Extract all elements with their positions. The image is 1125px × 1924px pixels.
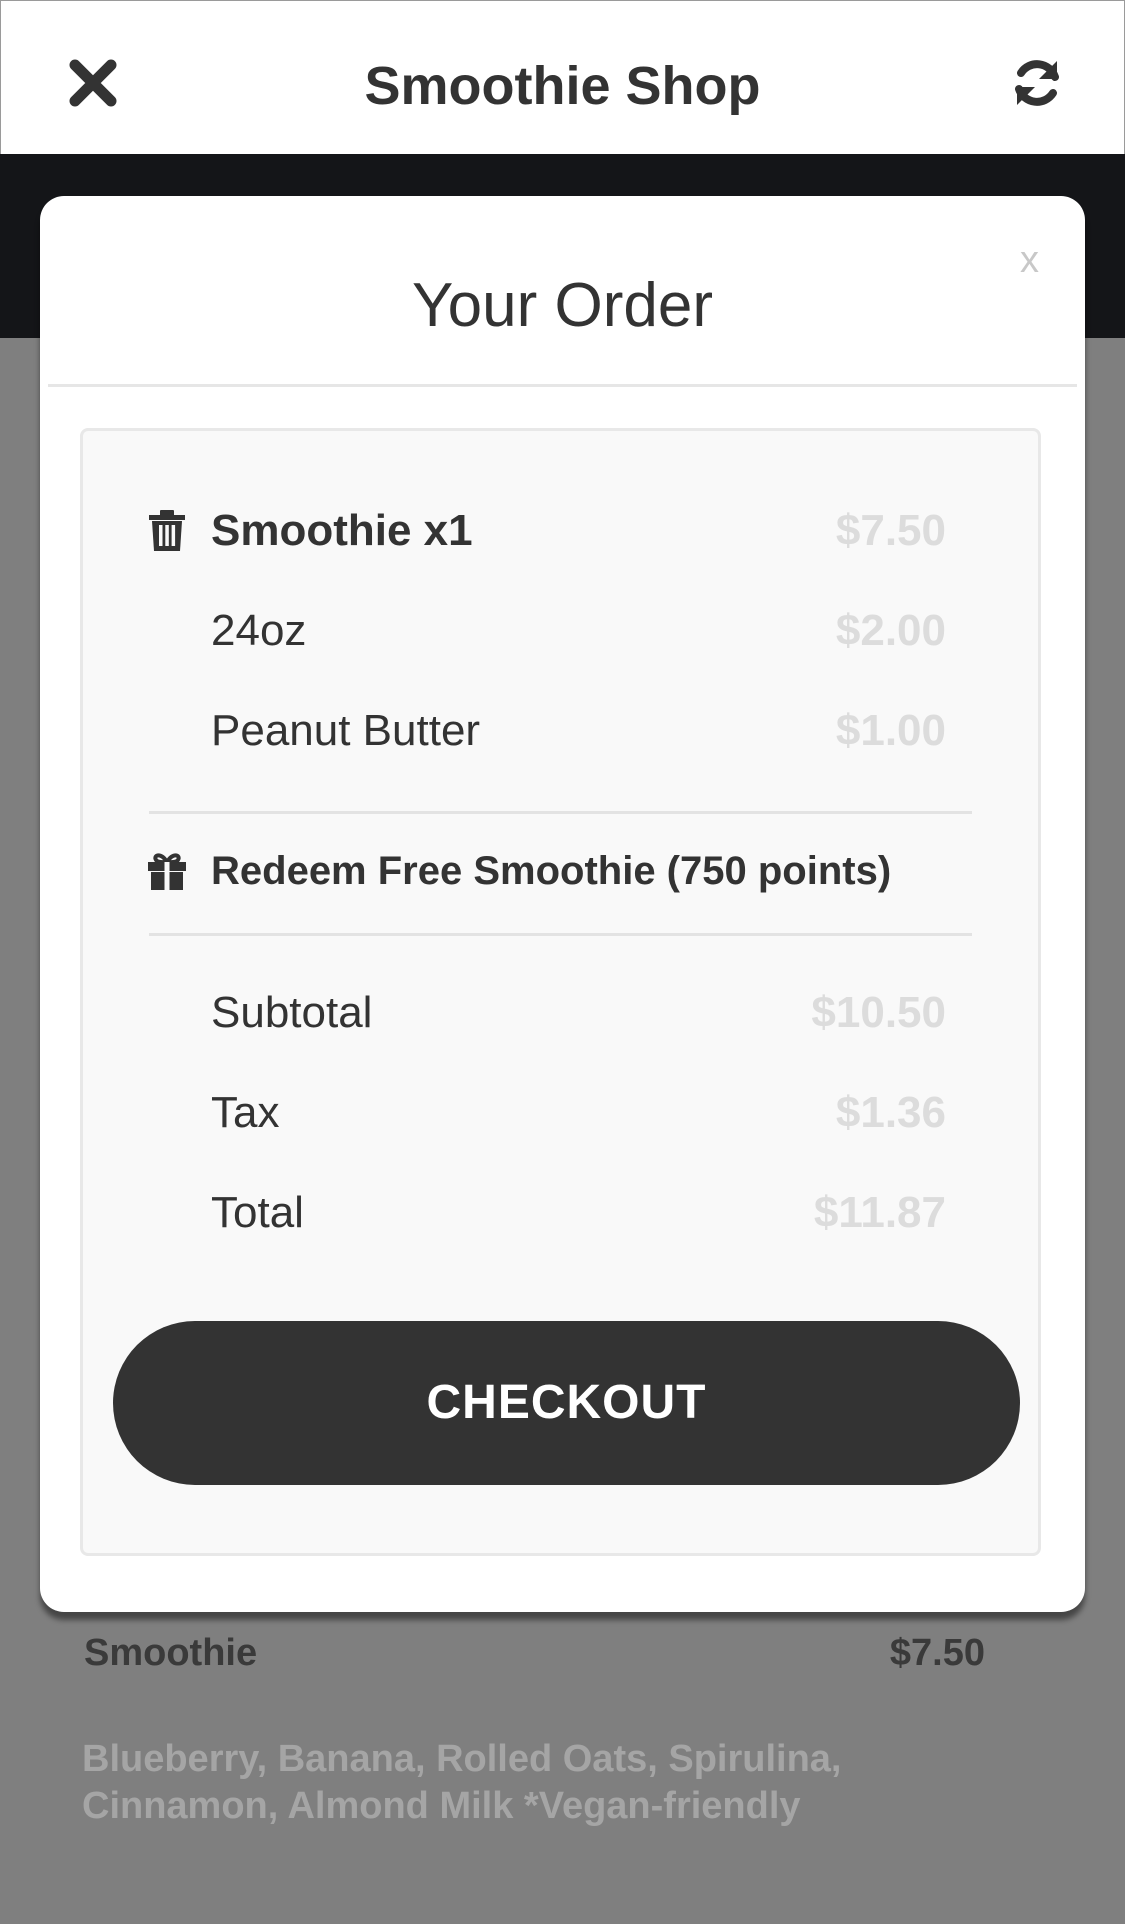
tax-label: Tax <box>211 1088 280 1137</box>
order-modifier: 24oz $2.00 <box>83 601 1038 661</box>
total-row: Total $11.87 <box>83 1183 1038 1243</box>
modifier-label: Peanut Butter <box>211 706 481 755</box>
order-modal: Your Order x Smoothie x1 $7.50 24oz $2.0… <box>40 196 1085 1612</box>
order-modifier: Peanut Butter $1.00 <box>83 701 1038 761</box>
refresh-icon <box>1015 60 1059 106</box>
menu-item-name: Smoothie <box>84 1632 258 1674</box>
modal-divider <box>48 384 1077 387</box>
redeem-label: Redeem Free Smoothie (750 points) <box>211 849 892 893</box>
order-summary-panel: Smoothie x1 $7.50 24oz $2.00 Peanut Butt… <box>80 428 1041 1556</box>
modal-title: Your Order <box>412 271 713 340</box>
tax-row: Tax $1.36 <box>83 1083 1038 1143</box>
item-label: Smoothie x1 <box>211 506 473 555</box>
gift-icon <box>148 853 186 890</box>
redeem-reward-row[interactable]: Redeem Free Smoothie (750 points) <box>83 841 1038 901</box>
checkout-button[interactable]: CHECKOUT <box>113 1321 1020 1485</box>
redeem-icon-wrap <box>147 851 187 895</box>
modifier-price: $2.00 <box>835 606 946 655</box>
modifier-label: 24oz <box>211 606 307 655</box>
subtotal-row: Subtotal $10.50 <box>83 983 1038 1043</box>
tax-value: $1.36 <box>835 1088 946 1137</box>
modal-close-button[interactable]: x <box>1020 240 1039 280</box>
refresh-button[interactable] <box>1009 55 1065 111</box>
trash-icon <box>149 510 185 551</box>
subtotal-label: Subtotal <box>211 988 373 1037</box>
menu-item-price: $7.50 <box>889 1632 985 1674</box>
item-price: $7.50 <box>835 506 946 555</box>
app-title: Smoothie Shop <box>364 56 761 116</box>
section-divider <box>149 933 972 936</box>
remove-item-button[interactable] <box>147 509 187 553</box>
total-label: Total <box>211 1188 304 1237</box>
top-app-bar: Smoothie Shop <box>0 0 1125 155</box>
subtotal-value: $10.50 <box>811 988 946 1037</box>
section-divider <box>149 811 972 814</box>
total-value: $11.87 <box>813 1188 946 1237</box>
modifier-price: $1.00 <box>835 706 946 755</box>
menu-item-description: Blueberry, Banana, Rolled Oats, Spirulin… <box>82 1738 842 1827</box>
order-line-item: Smoothie x1 $7.50 <box>83 501 1038 561</box>
